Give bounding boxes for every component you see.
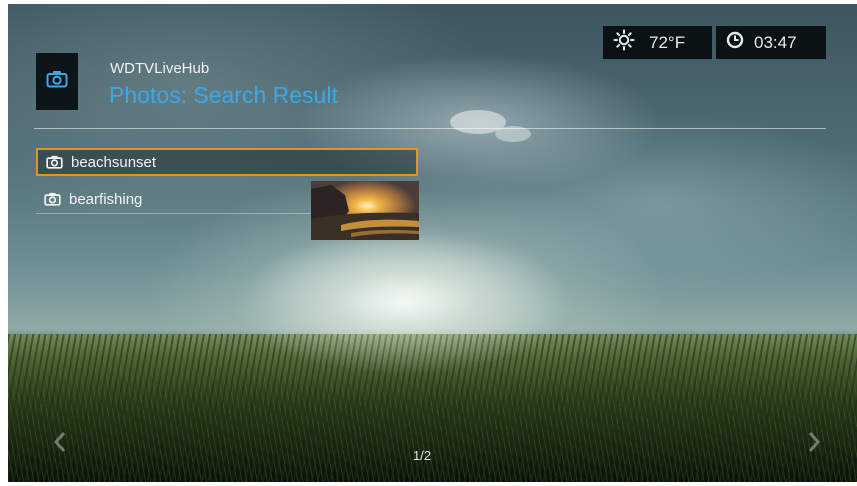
list-item-label: bearfishing (69, 190, 143, 208)
camera-icon (46, 70, 68, 93)
grass-field (8, 334, 857, 482)
header-divider (34, 128, 826, 129)
app-tile (36, 53, 78, 110)
clock-time: 03:47 (754, 32, 797, 52)
list-item[interactable]: beachsunset (36, 148, 418, 176)
page-title: Photos: Search Result (109, 82, 338, 108)
weather-widget: 72°F (603, 26, 712, 59)
app-name: WDTVLiveHub (110, 60, 210, 77)
page-indicator: 1/2 (413, 448, 432, 463)
camera-icon (44, 192, 61, 206)
next-arrow-icon[interactable] (806, 430, 822, 459)
photo-thumbnail (311, 181, 419, 240)
list-item-label: beachsunset (71, 153, 157, 171)
sun-icon (613, 29, 635, 56)
clock-widget: 03:47 (716, 26, 826, 59)
clock-icon (726, 31, 744, 54)
camera-icon (46, 155, 63, 169)
previous-arrow-icon[interactable] (52, 430, 68, 459)
temperature: 72°F (649, 32, 686, 52)
